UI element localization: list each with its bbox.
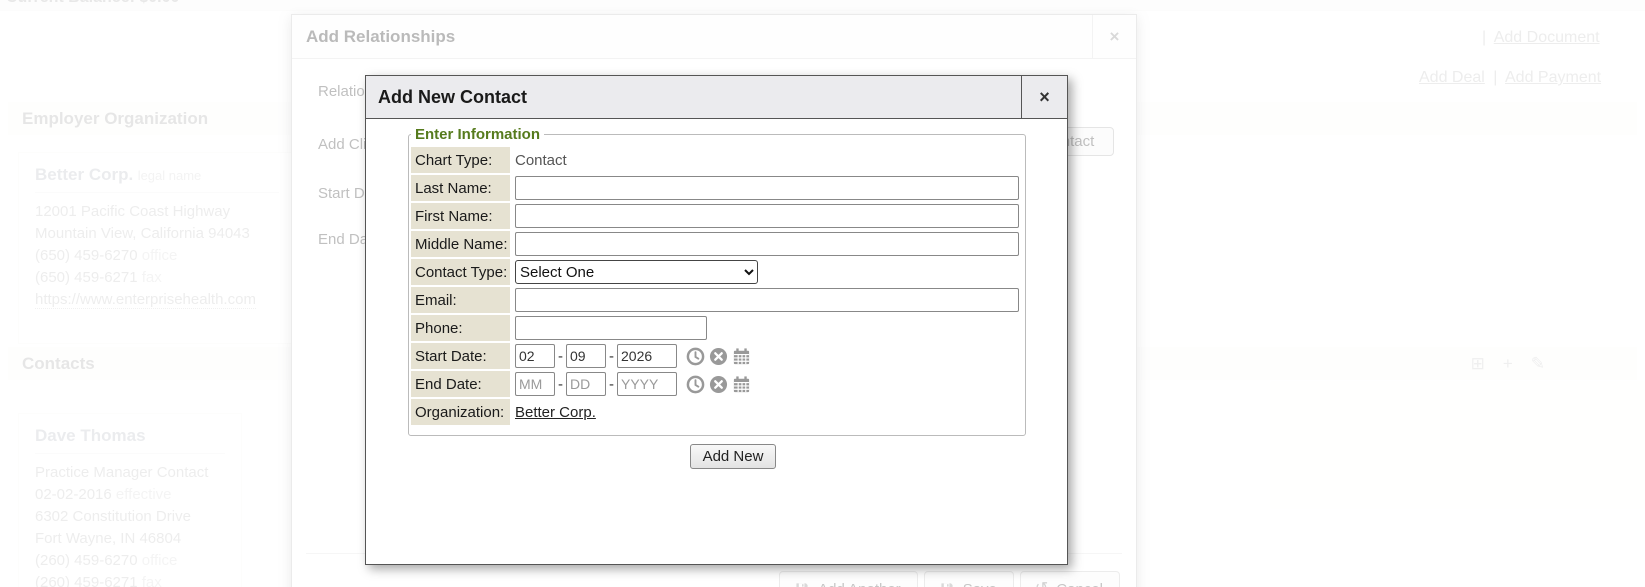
add-new-contact-header: Add New Contact × <box>366 76 1067 119</box>
date-separator: - <box>558 348 563 365</box>
end-month-input[interactable] <box>515 372 555 396</box>
chart-type-row: Chart Type: Contact <box>411 147 1019 173</box>
add-new-contact-title: Add New Contact <box>366 76 1067 118</box>
add-new-contact-modal: Add New Contact × Enter Information Char… <box>365 75 1068 565</box>
clock-icon[interactable] <box>686 375 705 394</box>
close-icon[interactable]: × <box>1021 76 1067 118</box>
email-label: Email: <box>411 287 510 313</box>
end-date-row: End Date: - - <box>411 371 1019 397</box>
first-name-row: First Name: <box>411 203 1019 229</box>
start-year-input[interactable] <box>617 344 677 368</box>
contact-type-label: Contact Type: <box>411 259 510 285</box>
end-date-label: End Date: <box>411 371 510 397</box>
organization-label: Organization: <box>411 399 510 425</box>
middle-name-row: Middle Name: <box>411 231 1019 257</box>
email-input[interactable] <box>515 288 1019 312</box>
organization-row: Organization: Better Corp. <box>411 399 1019 425</box>
chart-type-value: Contact <box>510 152 1019 169</box>
last-name-label: Last Name: <box>411 175 510 201</box>
last-name-input[interactable] <box>515 176 1019 200</box>
first-name-input[interactable] <box>515 204 1019 228</box>
last-name-row: Last Name: <box>411 175 1019 201</box>
organization-link[interactable]: Better Corp. <box>515 404 596 421</box>
start-month-input[interactable] <box>515 344 555 368</box>
contact-type-select[interactable]: Select One <box>515 260 758 284</box>
email-row: Email: <box>411 287 1019 313</box>
add-new-button[interactable]: Add New <box>690 444 776 469</box>
phone-row: Phone: <box>411 315 1019 341</box>
date-separator: - <box>558 376 563 393</box>
start-date-icons <box>686 347 751 366</box>
first-name-label: First Name: <box>411 203 510 229</box>
end-date-icons <box>686 375 751 394</box>
clear-date-icon[interactable] <box>709 375 728 394</box>
start-day-input[interactable] <box>566 344 606 368</box>
end-year-input[interactable] <box>617 372 677 396</box>
chart-type-label: Chart Type: <box>411 147 510 173</box>
start-date-label: Start Date: <box>411 343 510 369</box>
enter-information-fieldset: Enter Information Chart Type: Contact La… <box>408 126 1026 436</box>
middle-name-input[interactable] <box>515 232 1019 256</box>
contact-type-row: Contact Type: Select One <box>411 259 1019 285</box>
calendar-icon[interactable] <box>732 347 751 366</box>
end-day-input[interactable] <box>566 372 606 396</box>
clear-date-icon[interactable] <box>709 347 728 366</box>
enter-information-legend: Enter Information <box>411 126 544 143</box>
calendar-icon[interactable] <box>732 375 751 394</box>
middle-name-label: Middle Name: <box>411 231 510 257</box>
date-separator: - <box>609 376 614 393</box>
phone-input[interactable] <box>515 316 707 340</box>
date-separator: - <box>609 348 614 365</box>
clock-icon[interactable] <box>686 347 705 366</box>
phone-label: Phone: <box>411 315 510 341</box>
start-date-row: Start Date: - - <box>411 343 1019 369</box>
